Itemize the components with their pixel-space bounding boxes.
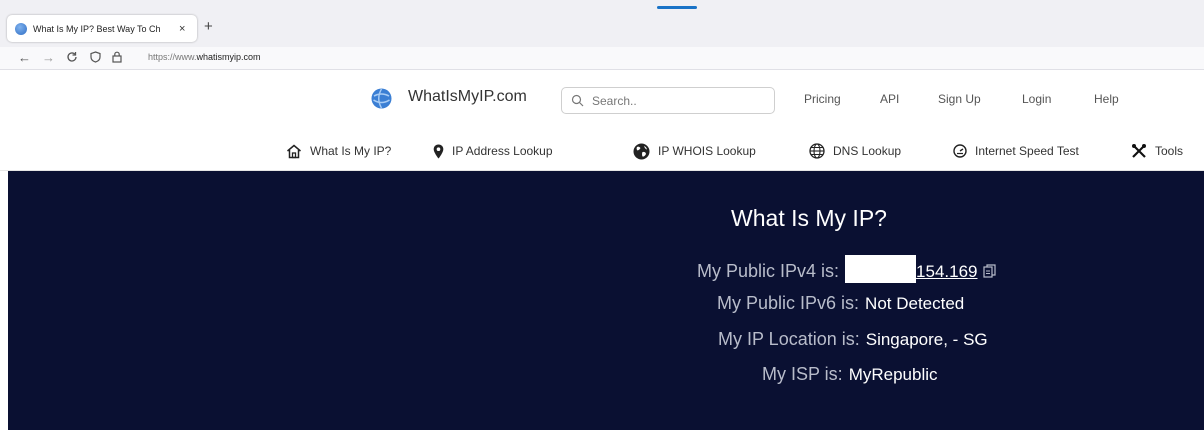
- forward-arrow-icon[interactable]: →: [42, 50, 55, 66]
- help-link[interactable]: Help: [1094, 92, 1119, 106]
- site-header: WhatIsMyIP.com Pricing API Sign Up Login…: [0, 70, 1204, 171]
- api-link[interactable]: API: [880, 92, 899, 106]
- ipv6-label: My Public IPv6 is:: [717, 293, 860, 313]
- copy-icon[interactable]: [982, 264, 996, 278]
- menu-label: Internet Speed Test: [975, 144, 1079, 158]
- ipv6-value: Not Detected: [865, 294, 965, 313]
- ipv4-label: My Public IPv4 is:: [697, 261, 840, 281]
- browser-window: What Is My IP? Best Way To Ch × + ← → ht…: [0, 0, 1204, 430]
- shield-icon[interactable]: [90, 50, 101, 66]
- pricing-link[interactable]: Pricing: [804, 92, 841, 106]
- browser-tab[interactable]: What Is My IP? Best Way To Ch ×: [7, 15, 197, 42]
- search-input[interactable]: [592, 93, 762, 109]
- lock-icon[interactable]: [112, 50, 122, 66]
- location-label: My IP Location is:: [718, 329, 860, 349]
- favicon-icon: [15, 22, 27, 35]
- menu-label: Tools: [1155, 144, 1184, 158]
- www-globe-icon: [809, 143, 825, 159]
- menu-internet-speed-test[interactable]: Internet Speed Test: [953, 142, 1079, 160]
- menu-label: IP WHOIS Lookup: [658, 144, 756, 158]
- location-pin-icon: [433, 144, 444, 158]
- address-bar: ← → https://www.whatismyip.com: [0, 47, 1204, 70]
- ipv4-value[interactable]: 154.169: [916, 262, 977, 281]
- menu-what-is-my-ip[interactable]: What Is My IP?: [286, 142, 391, 160]
- menu-label: What Is My IP?: [310, 144, 392, 158]
- menu-label: IP Address Lookup: [452, 144, 553, 158]
- location-line: My IP Location is: Singapore, - SG: [718, 329, 988, 350]
- close-tab-icon[interactable]: ×: [179, 23, 185, 35]
- speedometer-icon: [953, 144, 967, 158]
- menu-ip-whois-lookup[interactable]: IP WHOIS Lookup: [633, 142, 756, 160]
- sign-up-link[interactable]: Sign Up: [938, 92, 981, 106]
- url-prefix: https://www.: [148, 52, 197, 62]
- page-title: What Is My IP?: [731, 205, 887, 231]
- url-field[interactable]: https://www.whatismyip.com: [148, 52, 261, 62]
- menu-ip-address-lookup[interactable]: IP Address Lookup: [433, 142, 553, 160]
- search-box[interactable]: [561, 87, 775, 114]
- menu-tools[interactable]: Tools: [1131, 142, 1183, 160]
- globe-icon: [633, 143, 650, 159]
- menu-label: DNS Lookup: [833, 144, 902, 158]
- active-indicator: [657, 6, 697, 9]
- tools-icon: [1132, 144, 1146, 158]
- home-icon: [287, 144, 301, 158]
- tab-strip: What Is My IP? Best Way To Ch × +: [0, 0, 1204, 47]
- url-host: whatismyip.com: [196, 52, 261, 62]
- location-value: Singapore, - SG: [865, 330, 988, 349]
- ipv6-line: My Public IPv6 is: Not Detected: [717, 293, 964, 314]
- tab-title: What Is My IP? Best Way To Ch: [33, 23, 161, 34]
- login-link[interactable]: Login: [1022, 92, 1051, 106]
- ipv4-line: My Public IPv4 is: 154.169: [697, 255, 996, 283]
- isp-value: MyRepublic: [848, 365, 938, 384]
- isp-line: My ISP is: MyRepublic: [762, 364, 938, 385]
- new-tab-button[interactable]: +: [204, 18, 213, 35]
- logo-text[interactable]: WhatIsMyIP.com: [408, 88, 527, 106]
- search-icon: [571, 94, 584, 107]
- reload-icon[interactable]: [66, 50, 78, 66]
- redacted-ip-block: [845, 255, 917, 283]
- logo-globe-icon[interactable]: [371, 88, 392, 109]
- back-arrow-icon[interactable]: ←: [18, 50, 31, 66]
- menu-dns-lookup[interactable]: DNS Lookup: [809, 142, 901, 160]
- isp-label: My ISP is:: [762, 364, 843, 384]
